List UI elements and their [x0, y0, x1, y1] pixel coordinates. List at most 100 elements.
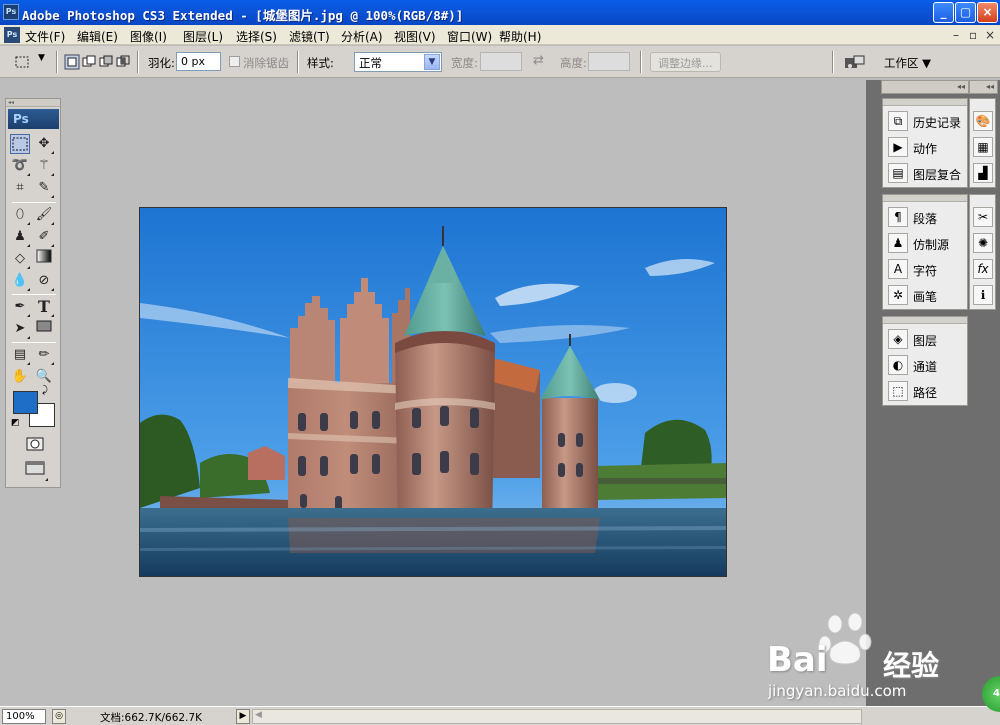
healing-brush-tool[interactable]: ⬯ [10, 205, 30, 225]
panel-item-history[interactable]: ⧉ 历史记录 [886, 109, 966, 133]
menu-select[interactable]: 选择(S) [236, 28, 277, 45]
separator [12, 342, 56, 343]
maximize-button[interactable]: ▢ [955, 2, 976, 23]
screen-mode-button[interactable] [22, 461, 48, 481]
height-input[interactable] [588, 52, 630, 71]
status-menu-icon[interactable]: ◎ [52, 709, 66, 724]
panel-item-channels[interactable]: ◐ 通道 [886, 353, 966, 377]
notes-tool[interactable]: ▤ [10, 345, 30, 365]
preset-dropdown-icon[interactable]: ▼ [38, 53, 45, 63]
panel-group-history: ⧉ 历史记录 ▶ 动作 ▤ 图层复合 [882, 98, 968, 188]
menu-window[interactable]: 窗口(W) [447, 28, 492, 45]
magic-wand-tool[interactable]: ⚚ [34, 156, 54, 176]
blur-tool[interactable]: 💧 [10, 271, 30, 291]
brush-icon: 🖌 [35, 207, 53, 222]
gradient-tool[interactable] [34, 249, 54, 269]
menu-edit[interactable]: 编辑(E) [77, 28, 118, 45]
panel-item-clone-source[interactable]: ♟ 仿制源 [886, 231, 966, 255]
panel-item-brushes[interactable]: ✲ 画笔 [886, 283, 966, 307]
menu-file[interactable]: 文件(F) [25, 28, 65, 45]
separator [56, 51, 58, 73]
zoom-level-field[interactable]: 100% [2, 709, 46, 724]
crop-tool[interactable]: ⌗ [10, 178, 30, 198]
styles-icon[interactable]: fx [973, 259, 993, 279]
menu-view[interactable]: 视图(V) [394, 28, 436, 45]
zoom-tool[interactable]: 🔍 [34, 367, 54, 387]
default-colors-icon[interactable]: ◩ [11, 418, 20, 428]
panel-item-layers[interactable]: ◈ 图层 [886, 327, 966, 351]
eyedropper-tool[interactable]: ✏ [34, 345, 54, 365]
panel-header[interactable] [883, 99, 967, 106]
refine-edge-button[interactable]: 调整边缘... [650, 52, 721, 72]
menu-filter[interactable]: 滤镜(T) [289, 28, 330, 45]
minimize-button[interactable]: _ [933, 2, 954, 23]
brush-tool[interactable]: 🖌 [34, 205, 54, 225]
panel-item-actions[interactable]: ▶ 动作 [886, 135, 966, 159]
marquee-tool-preset-icon[interactable] [14, 54, 30, 70]
tool-presets-icon[interactable]: ✂ [973, 207, 993, 227]
workspace-button[interactable]: 工作区 ▼ [884, 55, 931, 71]
path-selection-tool[interactable]: ➤ [10, 319, 30, 339]
bridge-icon[interactable] [844, 54, 866, 70]
eraser-icon: ◇ [15, 251, 25, 266]
doc-close-button[interactable]: × [985, 28, 995, 42]
paths-icon: ⬚ [888, 381, 908, 401]
type-tool[interactable]: T [34, 297, 54, 317]
status-bar: 100% ◎ 文档:662.7K/662.7K ▶ ◀ [0, 706, 1000, 725]
document-icon[interactable]: Ps [4, 27, 20, 43]
brushes-icon: ✲ [888, 285, 908, 305]
pen-tool[interactable]: ✒ [10, 297, 30, 317]
lasso-icon: ➰ [11, 158, 29, 173]
clone-stamp-tool[interactable]: ♟ [10, 227, 30, 247]
icon-dock-collapse[interactable]: ◂◂ [969, 80, 998, 94]
close-button[interactable]: × [977, 2, 998, 23]
marquee-tool[interactable] [10, 134, 30, 154]
document-canvas[interactable] [139, 207, 727, 577]
doc-minimize-button[interactable]: – [953, 28, 959, 42]
character-icon: A [888, 259, 908, 279]
panel-header[interactable] [883, 195, 967, 202]
lasso-tool[interactable]: ➰ [10, 156, 30, 176]
panel-item-paragraph[interactable]: ¶ 段落 [886, 205, 966, 229]
swatches-icon[interactable]: ▦ [973, 137, 993, 157]
panel-item-paths[interactable]: ⬚ 路径 [886, 379, 966, 403]
color-icon[interactable]: 🎨 [973, 111, 993, 131]
doc-restore-button[interactable]: ▫ [969, 28, 977, 42]
panel-dock-collapse[interactable]: ◂◂ [881, 80, 969, 94]
separator [297, 51, 299, 73]
scroll-left-icon[interactable]: ◀ [255, 710, 262, 720]
navigator-icon[interactable]: ✺ [973, 233, 993, 253]
style-select[interactable]: 正常 ▼ [354, 52, 442, 72]
panel-item-character[interactable]: A 字符 [886, 257, 966, 281]
eraser-tool[interactable]: ◇ [10, 249, 30, 269]
horizontal-scrollbar[interactable]: ◀ [252, 709, 862, 724]
slice-tool[interactable]: ✎ [34, 178, 54, 198]
status-arrow-icon[interactable]: ▶ [236, 709, 250, 724]
rectangle-tool[interactable] [34, 319, 54, 339]
quick-mask-button[interactable] [24, 437, 46, 457]
menu-image[interactable]: 图像(I) [130, 28, 167, 45]
swap-colors-icon[interactable]: ⤸ [42, 385, 48, 396]
move-tool[interactable]: ✥ [34, 134, 54, 154]
menu-analysis[interactable]: 分析(A) [341, 28, 383, 45]
toolbox-grip[interactable]: ◂◂ [6, 99, 60, 107]
hand-tool[interactable]: ✋ [10, 367, 30, 387]
info-icon[interactable]: ℹ [973, 285, 993, 305]
menu-layer[interactable]: 图层(L) [183, 28, 223, 45]
panel-item-layer-comps[interactable]: ▤ 图层复合 [886, 161, 966, 185]
histogram-icon[interactable]: ▟ [973, 163, 993, 183]
title-bar: Ps Adobe Photoshop CS3 Extended - [城堡图片.… [0, 0, 1000, 25]
history-brush-tool[interactable]: ✐ [34, 227, 54, 247]
feather-input[interactable]: 0 px [176, 52, 221, 71]
width-input[interactable] [480, 52, 522, 71]
swap-icon[interactable]: ⇄ [533, 53, 544, 68]
panel-label: 历史记录 [913, 116, 962, 130]
foreground-color-swatch[interactable] [13, 391, 38, 414]
magic-wand-icon: ⚚ [38, 158, 50, 173]
selection-mode-icons[interactable] [64, 54, 132, 70]
panel-header[interactable] [883, 317, 967, 324]
antialias-checkbox[interactable] [229, 56, 240, 67]
menu-help[interactable]: 帮助(H) [499, 28, 541, 45]
layer-comps-icon: ▤ [888, 163, 908, 183]
dodge-tool[interactable]: ⊘ [34, 271, 54, 291]
